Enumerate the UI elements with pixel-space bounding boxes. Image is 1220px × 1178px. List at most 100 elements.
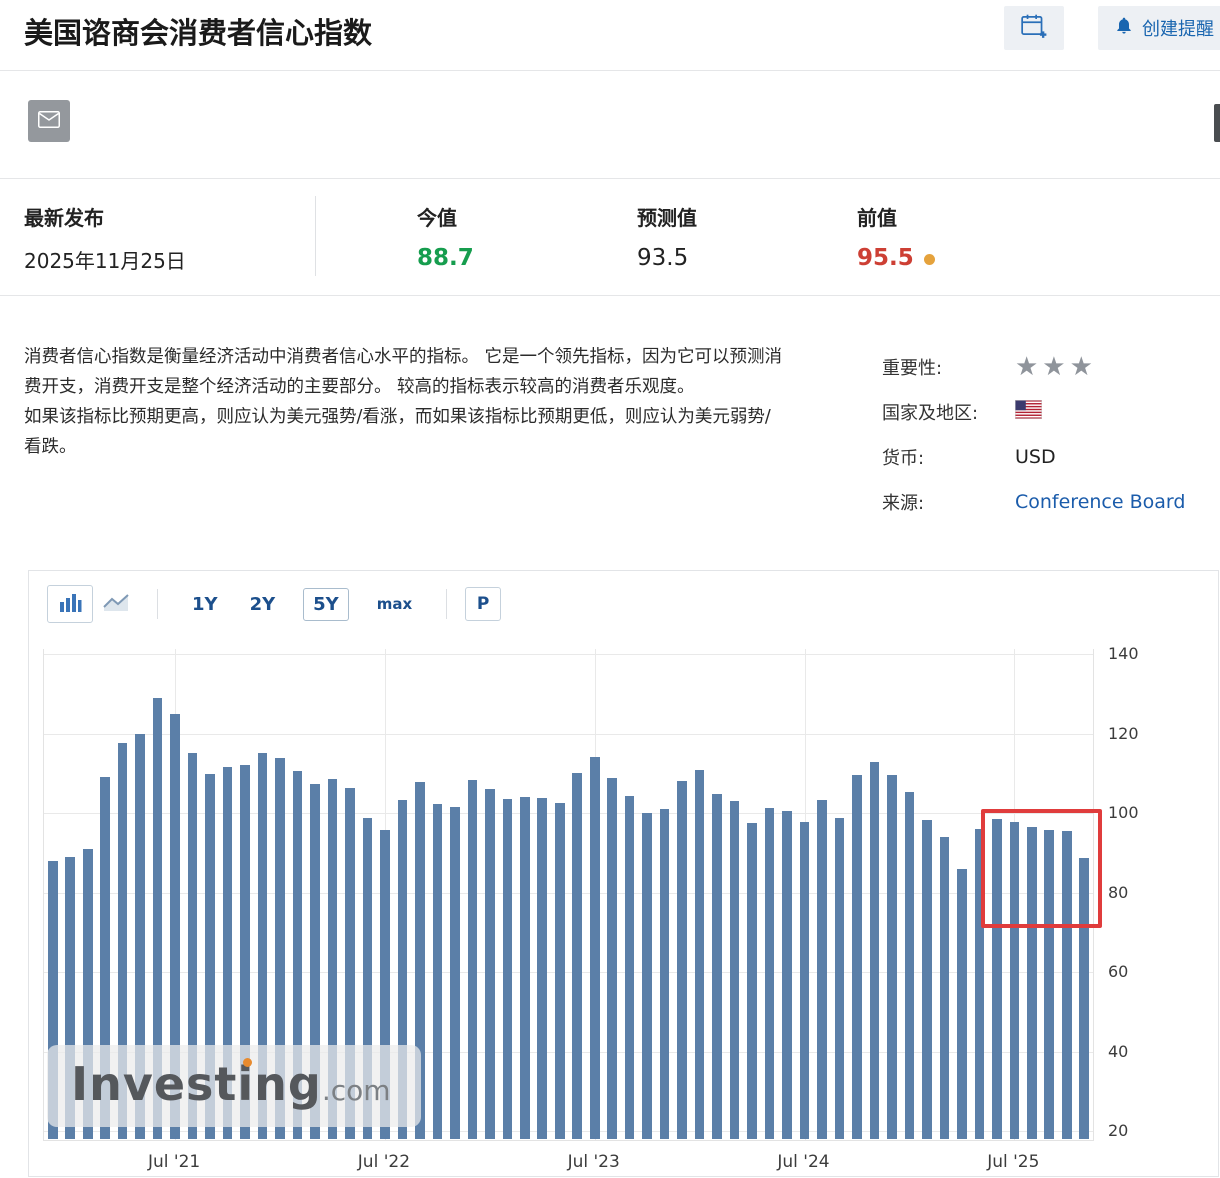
info-section: 消费者信心指数是衡量经济活动中消费者信心水平的指标。 它是一个领先指标，因为它可… [24, 330, 1220, 530]
watermark-suffix: .com [322, 1074, 391, 1107]
envelope-icon [38, 111, 60, 131]
x-axis-label: Jul '22 [344, 1152, 424, 1172]
indicator-description: 消费者信心指数是衡量经济活动中消费者信心水平的指标。 它是一个领先指标，因为它可… [24, 342, 786, 462]
forecast-label: 预测值 [637, 186, 697, 231]
line-chart-icon [103, 593, 130, 615]
bar[interactable] [642, 813, 652, 1139]
bar[interactable] [905, 792, 915, 1139]
previous-value: 95.5 [857, 231, 935, 271]
bar[interactable] [555, 803, 565, 1139]
toolbar-separator [157, 589, 158, 619]
stats-bottom-divider [0, 295, 1220, 296]
y-axis-label: 60 [1108, 962, 1152, 981]
create-alert-label: 创建提醒 [1142, 15, 1214, 41]
range-5y-button[interactable]: 5Y [303, 588, 349, 621]
bar[interactable] [450, 807, 460, 1139]
stats-row: 最新发布 2025年11月25日 今值 88.7 预测值 93.5 前值 95.… [0, 186, 1220, 292]
y-axis-label: 20 [1108, 1121, 1152, 1140]
currency-value: USD [1015, 446, 1056, 468]
bar[interactable] [433, 804, 443, 1139]
calendar-plus-icon [1020, 13, 1048, 44]
h-gridline [44, 813, 1093, 814]
page-title: 美国谘商会消费者信心指数 [24, 10, 372, 52]
bar[interactable] [695, 770, 705, 1139]
previous-label: 前值 [857, 186, 935, 231]
bell-icon [1114, 15, 1134, 42]
source-row: 来源: Conference Board [882, 479, 1185, 524]
h-gridline [44, 654, 1093, 655]
x-axis-label: Jul '23 [554, 1152, 634, 1172]
description-paragraph-1: 消费者信心指数是衡量经济活动中消费者信心水平的指标。 它是一个领先指标，因为它可… [24, 342, 786, 402]
y-axis-label: 80 [1108, 883, 1152, 902]
print-button[interactable]: P [465, 587, 501, 621]
y-axis-label: 140 [1108, 644, 1152, 663]
country-row: 国家及地区: [882, 389, 1185, 434]
source-link[interactable]: Conference Board [1015, 491, 1185, 513]
importance-row: 重要性: ★★★ [882, 344, 1185, 389]
bar[interactable] [572, 773, 582, 1139]
line-chart-type-button[interactable] [93, 585, 139, 623]
release-label: 最新发布 [24, 186, 186, 231]
bar[interactable] [537, 798, 547, 1139]
range-1y-button[interactable]: 1Y [188, 589, 222, 620]
bar[interactable] [712, 794, 722, 1139]
bar[interactable] [730, 801, 740, 1139]
latest-release: 最新发布 2025年11月25日 [24, 186, 186, 274]
bar[interactable] [747, 823, 757, 1139]
previous-stat: 前值 95.5 [857, 186, 935, 271]
bar[interactable] [625, 796, 635, 1139]
bar[interactable] [520, 797, 530, 1139]
bar[interactable] [835, 818, 845, 1139]
range-max-button[interactable]: max [373, 590, 416, 618]
x-axis-label: Jul '21 [134, 1152, 214, 1172]
bar[interactable] [677, 781, 687, 1139]
create-alert-button[interactable]: 创建提醒 [1098, 6, 1220, 50]
chart-toolbar: 1Y 2Y 5Y max P [47, 585, 501, 623]
forecast-value: 93.5 [637, 231, 697, 271]
bar[interactable] [607, 778, 617, 1139]
bar[interactable] [957, 869, 967, 1139]
h-gridline [44, 972, 1093, 973]
source-label: 来源: [882, 489, 1015, 515]
importance-label: 重要性: [882, 354, 1015, 380]
header-divider [0, 70, 1220, 71]
h-gridline [44, 893, 1093, 894]
chart-widget: 1Y 2Y 5Y max P Investing .com 1401201008… [28, 570, 1219, 1177]
bar[interactable] [782, 811, 792, 1139]
bar[interactable] [800, 822, 810, 1139]
chart-body: Investing .com 14012010080604020Jul '21J… [43, 649, 1203, 1178]
y-axis-label: 100 [1108, 803, 1152, 822]
bar-chart-icon [59, 593, 82, 615]
bar[interactable] [887, 775, 897, 1139]
range-2y-button[interactable]: 2Y [246, 589, 280, 620]
bar[interactable] [503, 799, 513, 1139]
bar[interactable] [922, 820, 932, 1139]
header-actions: 创建提醒 [1004, 6, 1220, 50]
watermark-main: Investing [71, 1057, 322, 1111]
release-date: 2025年11月25日 [24, 231, 186, 274]
bar[interactable] [870, 762, 880, 1139]
watermark-dot-icon [243, 1058, 252, 1067]
actual-label: 今值 [417, 186, 474, 231]
investing-watermark: Investing .com [47, 1045, 421, 1127]
bar[interactable] [468, 780, 478, 1139]
y-axis-label: 40 [1108, 1042, 1152, 1061]
country-label: 国家及地区: [882, 399, 1015, 425]
bar[interactable] [940, 837, 950, 1139]
us-flag-icon [1015, 400, 1042, 424]
bar[interactable] [485, 789, 495, 1139]
previous-value-text: 95.5 [857, 245, 914, 271]
bar[interactable] [765, 808, 775, 1139]
revised-dot-icon [924, 254, 935, 265]
forecast-stat: 预测值 93.5 [637, 186, 697, 271]
x-axis-label: Jul '25 [973, 1152, 1053, 1172]
bar-chart-type-button[interactable] [47, 585, 93, 623]
bar[interactable] [817, 800, 827, 1139]
bar[interactable] [590, 757, 600, 1139]
bar[interactable] [660, 809, 670, 1139]
bar[interactable] [852, 775, 862, 1139]
email-share-button[interactable] [28, 100, 70, 142]
add-to-calendar-button[interactable] [1004, 6, 1064, 50]
currency-row: 货币: USD [882, 434, 1185, 479]
h-gridline [44, 734, 1093, 735]
